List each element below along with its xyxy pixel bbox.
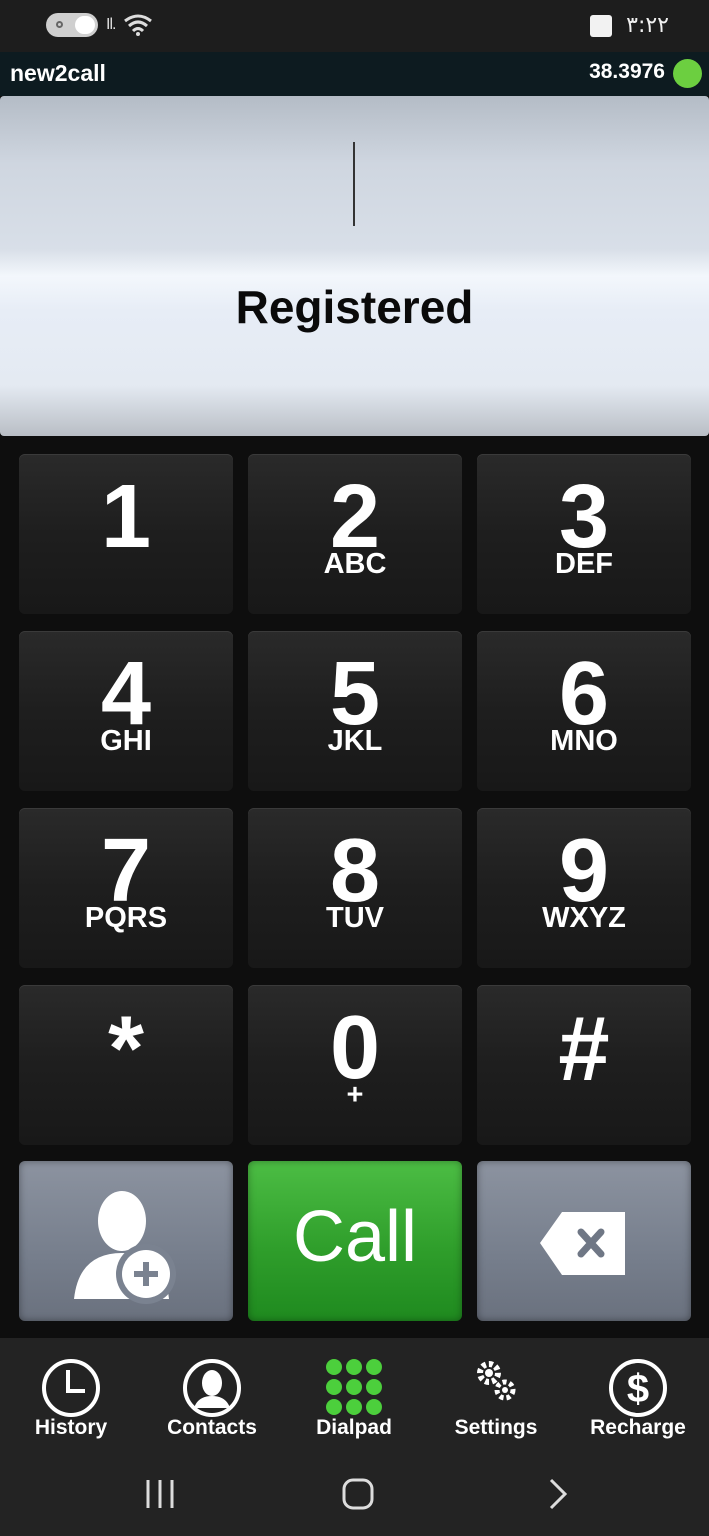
home-icon[interactable] (328, 1472, 388, 1516)
key-letters: TUV (326, 902, 384, 934)
key-letters: + (346, 1079, 364, 1111)
nav-label: History (34, 1416, 108, 1439)
app-title: new2call (10, 60, 106, 86)
key-star[interactable]: * (19, 985, 233, 1145)
text-cursor (353, 142, 355, 226)
key-letters: PQRS (84, 902, 168, 934)
key-3[interactable]: 3 DEF (477, 454, 691, 614)
wifi-icon (124, 14, 153, 36)
key-hash[interactable]: # (477, 985, 691, 1145)
backspace-button[interactable] (477, 1161, 691, 1321)
nav-history[interactable]: History (0, 1338, 142, 1456)
key-digit: 1 (100, 467, 152, 567)
clock-icon (42, 1359, 100, 1417)
key-9[interactable]: 9 WXYZ (477, 808, 691, 968)
person-icon (183, 1359, 241, 1417)
nav-contacts[interactable]: Contacts (141, 1338, 283, 1456)
key-letters: WXYZ (542, 902, 626, 934)
bottom-navigation: History Contacts Dialpad Settings $ Rech… (0, 1338, 709, 1456)
registration-status: Registered (235, 281, 474, 333)
dollar-icon: $ (609, 1359, 667, 1417)
signal-icon: Il. (106, 16, 117, 33)
back-icon[interactable] (527, 1472, 587, 1516)
status-time: ۳:۲۲ (626, 13, 669, 38)
call-button[interactable]: Call (248, 1161, 462, 1321)
add-contact-icon (74, 1191, 176, 1304)
key-letters: JKL (327, 725, 383, 757)
nav-label: Recharge (590, 1416, 686, 1439)
gears-icon (477, 1361, 516, 1401)
key-5[interactable]: 5 JKL (248, 631, 462, 791)
call-button-label: Call (292, 1197, 418, 1277)
key-letters: MNO (550, 725, 618, 757)
key-4[interactable]: 4 GHI (19, 631, 233, 791)
nav-dialpad[interactable]: Dialpad (283, 1338, 425, 1456)
number-display[interactable]: Registered (0, 96, 709, 436)
add-contact-button[interactable] (19, 1161, 233, 1321)
key-2[interactable]: 2 ABC (248, 454, 462, 614)
nav-recharge[interactable]: $ Recharge (567, 1338, 709, 1456)
system-navigation-bar (0, 1456, 709, 1536)
app-header: new2call 38.3976 (0, 52, 709, 96)
recent-apps-icon[interactable] (130, 1472, 190, 1516)
key-digit: # (558, 998, 610, 1100)
status-left-icons: Il. (46, 13, 153, 37)
dialpad: 1 2 ABC 3 DEF 4 GHI 5 JKL 6 MNO 7 PQRS 8… (0, 436, 709, 1338)
key-letters: ABC (323, 548, 387, 580)
notification-square-icon (590, 14, 613, 37)
dialpad-icon (326, 1359, 382, 1415)
svg-text:$: $ (627, 1367, 649, 1411)
key-7[interactable]: 7 PQRS (19, 808, 233, 968)
key-letters: DEF (555, 548, 613, 580)
registration-status-dot (673, 59, 702, 88)
key-1[interactable]: 1 (19, 454, 233, 614)
nav-label: Contacts (167, 1416, 257, 1439)
nav-label: Dialpad (316, 1416, 392, 1439)
key-letters: GHI (100, 725, 152, 757)
balance-value: 38.3976 (589, 60, 665, 83)
key-6[interactable]: 6 MNO (477, 631, 691, 791)
toggle-pill-icon (46, 13, 98, 37)
status-right-icons: ۳:۲۲ (590, 13, 669, 38)
system-status-bar: Il. ۳:۲۲ (0, 0, 709, 52)
key-8[interactable]: 8 TUV (248, 808, 462, 968)
nav-label: Settings (454, 1416, 538, 1439)
key-0[interactable]: 0 + (248, 985, 462, 1145)
key-digit: * (108, 998, 144, 1100)
nav-settings[interactable]: Settings (425, 1338, 567, 1456)
backspace-icon (540, 1212, 625, 1275)
